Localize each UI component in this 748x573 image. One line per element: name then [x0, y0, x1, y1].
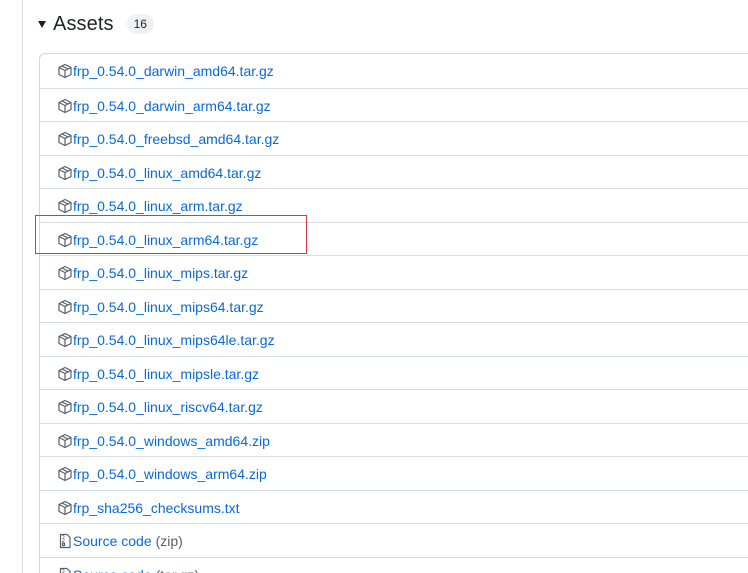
asset-row: frp_0.54.0_linux_mipsle.tar.gz — [40, 356, 748, 389]
file-zip-icon — [57, 533, 73, 549]
timeline-rule — [22, 0, 23, 573]
asset-download-link[interactable]: frp_0.54.0_linux_arm.tar.gz — [57, 189, 243, 222]
asset-download-link[interactable]: frp_0.54.0_linux_amd64.tar.gz — [57, 156, 261, 189]
asset-name: frp_0.54.0_linux_arm64.tar.gz — [73, 231, 259, 248]
asset-download-link[interactable]: frp_0.54.0_darwin_amd64.tar.gz — [57, 54, 274, 87]
asset-name: frp_sha256_checksums.txt — [73, 499, 240, 516]
asset-name: frp_0.54.0_linux_mips.tar.gz — [73, 264, 249, 281]
asset-row: frp_0.54.0_windows_amd64.zip — [40, 423, 748, 456]
file-zip-icon — [57, 567, 73, 573]
package-icon — [57, 433, 73, 449]
asset-name: frp_0.54.0_windows_arm64.zip — [73, 465, 267, 482]
asset-name: frp_0.54.0_linux_mipsle.tar.gz — [73, 365, 259, 382]
asset-download-link[interactable]: frp_0.54.0_windows_amd64.zip — [57, 424, 270, 457]
asset-name: frp_0.54.0_linux_arm.tar.gz — [73, 197, 243, 214]
asset-download-link[interactable]: frp_0.54.0_linux_mips64le.tar.gz — [57, 323, 275, 356]
asset-name: frp_0.54.0_linux_mips64le.tar.gz — [73, 331, 275, 348]
package-icon — [57, 165, 73, 181]
package-icon — [57, 366, 73, 382]
package-icon — [57, 500, 73, 516]
asset-row: frp_0.54.0_linux_mips64le.tar.gz — [40, 322, 748, 355]
asset-download-link[interactable]: frp_0.54.0_freebsd_amd64.tar.gz — [57, 122, 279, 155]
assets-header[interactable]: Assets 16 — [38, 10, 154, 38]
asset-download-link[interactable]: Source code (tar.gz) — [57, 558, 199, 573]
asset-row: frp_0.54.0_linux_mips.tar.gz — [40, 255, 748, 288]
asset-name: Source code — [73, 532, 152, 549]
package-icon — [57, 265, 73, 281]
asset-row: Source code (tar.gz) — [40, 557, 748, 573]
asset-row: frp_0.54.0_windows_arm64.zip — [40, 456, 748, 489]
asset-row: frp_0.54.0_linux_riscv64.tar.gz — [40, 389, 748, 422]
asset-name: frp_0.54.0_darwin_arm64.tar.gz — [73, 97, 271, 114]
asset-download-link[interactable]: frp_0.54.0_linux_mips64.tar.gz — [57, 290, 264, 323]
asset-name: frp_0.54.0_freebsd_amd64.tar.gz — [73, 130, 280, 147]
asset-download-link[interactable]: frp_sha256_checksums.txt — [57, 491, 240, 524]
asset-row: frp_0.54.0_linux_arm.tar.gz — [40, 188, 748, 221]
asset-download-link[interactable]: Source code (zip) — [57, 524, 183, 557]
asset-download-link[interactable]: frp_0.54.0_windows_arm64.zip — [57, 457, 267, 490]
package-icon — [57, 299, 73, 315]
asset-format-suffix: (zip) — [155, 532, 183, 549]
asset-download-link[interactable]: frp_0.54.0_darwin_arm64.tar.gz — [57, 89, 271, 122]
asset-row: frp_sha256_checksums.txt — [40, 490, 748, 523]
asset-download-link[interactable]: frp_0.54.0_linux_riscv64.tar.gz — [57, 390, 263, 423]
asset-name: frp_0.54.0_linux_mips64.tar.gz — [73, 298, 264, 315]
package-icon — [57, 232, 73, 248]
package-icon — [57, 198, 73, 214]
asset-list: frp_0.54.0_darwin_amd64.tar.gz frp_0.54.0… — [39, 53, 748, 573]
caret-down-icon[interactable] — [38, 21, 46, 28]
asset-row: Source code (zip) — [40, 523, 748, 556]
package-icon — [57, 98, 73, 114]
assets-title: Assets — [53, 12, 114, 35]
asset-download-link[interactable]: frp_0.54.0_linux_arm64.tar.gz — [57, 223, 258, 256]
asset-name: Source code — [73, 567, 152, 573]
asset-row: frp_0.54.0_linux_amd64.tar.gz — [40, 155, 748, 188]
assets-count-badge: 16 — [126, 14, 154, 34]
package-icon — [57, 466, 73, 482]
asset-row: frp_0.54.0_darwin_arm64.tar.gz — [40, 88, 748, 121]
package-icon — [57, 131, 73, 147]
asset-name: frp_0.54.0_linux_amd64.tar.gz — [73, 164, 262, 181]
asset-download-link[interactable]: frp_0.54.0_linux_mips.tar.gz — [57, 256, 248, 289]
asset-row: frp_0.54.0_freebsd_amd64.tar.gz — [40, 121, 748, 154]
asset-name: frp_0.54.0_windows_amd64.zip — [73, 432, 270, 449]
package-icon — [57, 399, 73, 415]
asset-row: frp_0.54.0_darwin_amd64.tar.gz — [40, 54, 748, 87]
asset-name: frp_0.54.0_darwin_amd64.tar.gz — [73, 62, 274, 79]
package-icon — [57, 63, 73, 79]
asset-row: frp_0.54.0_linux_mips64.tar.gz — [40, 289, 748, 322]
asset-download-link[interactable]: frp_0.54.0_linux_mipsle.tar.gz — [57, 357, 259, 390]
release-assets-page: Assets 16 frp_0.54.0_darwin_amd64.tar.gz… — [0, 0, 748, 573]
asset-row: frp_0.54.0_linux_arm64.tar.gz — [40, 222, 748, 255]
package-icon — [57, 332, 73, 348]
asset-format-suffix: (tar.gz) — [156, 567, 200, 573]
asset-name: frp_0.54.0_linux_riscv64.tar.gz — [73, 398, 263, 415]
